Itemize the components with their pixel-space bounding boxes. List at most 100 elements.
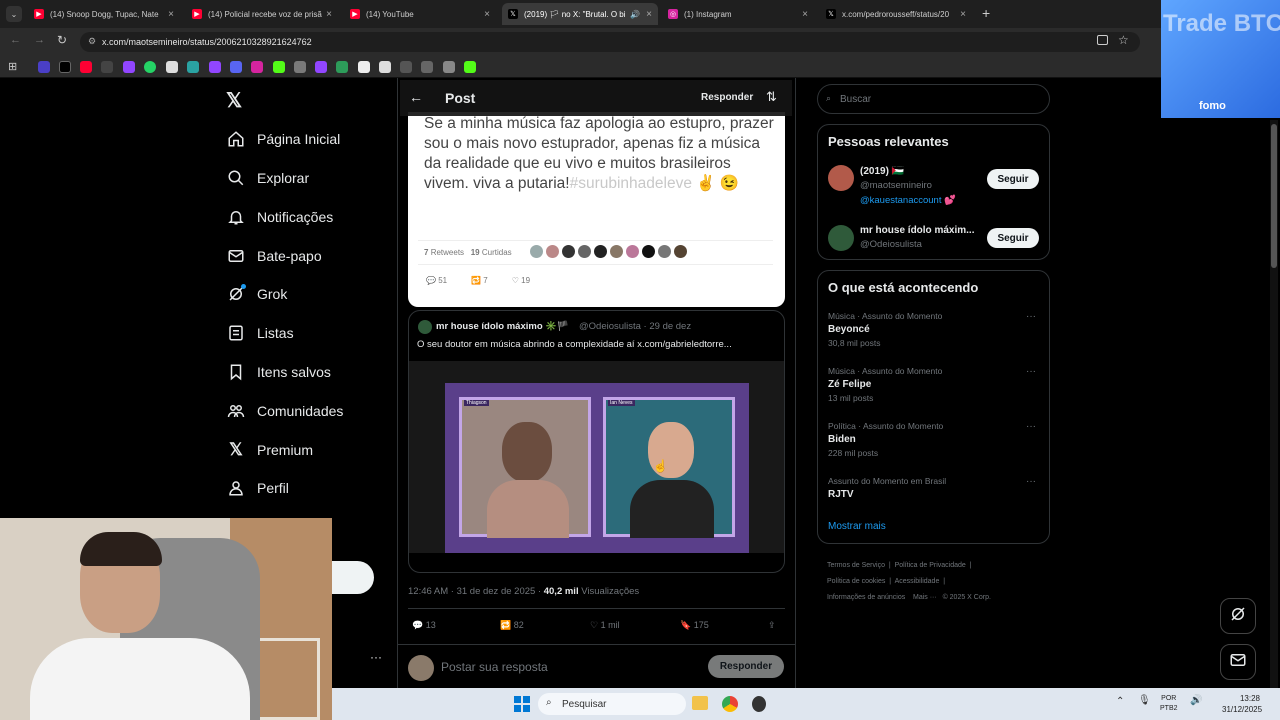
app-icon[interactable] bbox=[752, 696, 766, 712]
bookmark-icon[interactable] bbox=[315, 61, 327, 73]
speaker-icon[interactable]: 🔊 bbox=[630, 10, 640, 19]
site-info-icon[interactable]: ⚙ bbox=[88, 36, 96, 47]
nav-explore[interactable]: Explorar bbox=[227, 167, 309, 189]
back-icon[interactable]: ← bbox=[10, 34, 21, 46]
language-indicator[interactable]: POR PTB2 bbox=[1160, 694, 1178, 714]
person-bio[interactable]: @kauestanaccount 💕 bbox=[860, 195, 956, 206]
star-icon[interactable]: ☆ bbox=[1118, 33, 1129, 47]
back-arrow-icon[interactable]: ← bbox=[409, 89, 423, 105]
more-icon[interactable]: ··· bbox=[1026, 311, 1036, 322]
person-name[interactable]: mr house ídolo máxim... bbox=[860, 225, 974, 236]
bookmark-icon[interactable] bbox=[400, 61, 412, 73]
footer-link[interactable]: Acessibilidade bbox=[895, 578, 940, 585]
microphone-icon[interactable]: 🎙 bbox=[1138, 695, 1151, 706]
browser-tab[interactable]: 𝕏 x.com/pedrorousseff/status/20 × bbox=[820, 3, 972, 25]
bookmark-icon[interactable] bbox=[38, 61, 50, 73]
like-button[interactable]: ♡ 1 mil bbox=[590, 620, 620, 631]
browser-tab[interactable]: ▶ (14) Policial recebe voz de prisã × bbox=[186, 3, 338, 25]
show-more-link[interactable]: Mostrar mais bbox=[828, 521, 886, 532]
bookmark-icon[interactable] bbox=[379, 61, 391, 73]
trend-item[interactable]: Música · Assunto do Momento Zé Felipe 13… bbox=[828, 366, 942, 403]
bookmark-icon[interactable] bbox=[273, 61, 285, 73]
nav-bookmarks[interactable]: Itens salvos bbox=[227, 361, 331, 383]
scrollbar[interactable] bbox=[1270, 120, 1278, 688]
nav-home[interactable]: Página Inicial bbox=[227, 128, 340, 150]
bookmark-icon[interactable] bbox=[187, 61, 199, 73]
bookmark-icon[interactable] bbox=[294, 61, 306, 73]
close-icon[interactable]: × bbox=[484, 9, 490, 20]
browser-tab[interactable]: ◎ (1) Instagram × bbox=[662, 3, 814, 25]
repost-button[interactable]: 🔁 82 bbox=[500, 620, 524, 631]
reload-icon[interactable]: ↻ bbox=[57, 33, 67, 47]
more-options-icon[interactable]: ··· bbox=[370, 650, 382, 664]
browser-tab[interactable]: ▶ (14) Snoop Dogg, Tupac, Nate × bbox=[28, 3, 180, 25]
bookmark-icon[interactable] bbox=[251, 61, 263, 73]
close-icon[interactable]: × bbox=[646, 9, 652, 20]
bookmark-icon[interactable] bbox=[464, 61, 476, 73]
reply-button[interactable]: 💬 13 bbox=[412, 620, 436, 631]
bookmark-icon[interactable] bbox=[421, 61, 433, 73]
bookmark-icon[interactable] bbox=[166, 61, 178, 73]
nav-lists[interactable]: Listas bbox=[227, 322, 294, 344]
post-button-partial[interactable] bbox=[330, 561, 374, 594]
bookmark-icon[interactable] bbox=[443, 61, 455, 73]
forward-icon[interactable]: → bbox=[34, 34, 45, 46]
footer-link[interactable]: Política de cookies bbox=[827, 578, 885, 585]
bookmark-icon[interactable] bbox=[358, 61, 370, 73]
settings-sliders-icon[interactable]: ⇅ bbox=[766, 89, 777, 105]
follow-button[interactable]: Seguir bbox=[987, 228, 1039, 248]
follow-button[interactable]: Seguir bbox=[987, 169, 1039, 189]
nav-grok[interactable]: Grok bbox=[227, 283, 287, 305]
trend-item[interactable]: Música · Assunto do Momento Beyoncé 30,8… bbox=[828, 311, 942, 348]
messages-float-button[interactable] bbox=[1220, 644, 1256, 680]
bookmark-icon[interactable] bbox=[336, 61, 348, 73]
person-name[interactable]: (2019) 🇵🇸 bbox=[860, 166, 904, 177]
url-field[interactable]: ⚙ x.com/maotsemineiro/status/20062103289… bbox=[80, 32, 1140, 52]
video-thumbnail[interactable]: Thiagson Ian Neves ☝ bbox=[409, 361, 784, 553]
bookmark-icon[interactable] bbox=[59, 61, 71, 73]
more-icon[interactable]: ··· bbox=[1026, 421, 1036, 432]
nav-premium[interactable]: 𝕏 Premium bbox=[227, 439, 313, 461]
trend-item[interactable]: Política · Assunto do Momento Biden 228 … bbox=[828, 421, 943, 458]
nav-chat[interactable]: Bate-papo bbox=[227, 245, 322, 267]
close-icon[interactable]: × bbox=[802, 9, 808, 20]
bookmark-icon[interactable] bbox=[101, 61, 113, 73]
chrome-icon[interactable] bbox=[722, 696, 738, 712]
browser-tab[interactable]: ▶ (14) YouTube × bbox=[344, 3, 496, 25]
reply-submit-button[interactable]: Responder bbox=[708, 655, 784, 678]
chevron-up-icon[interactable]: ⌃ bbox=[1116, 696, 1124, 707]
close-icon[interactable]: × bbox=[168, 9, 174, 20]
browser-tab-active[interactable]: 𝕏 (2019) 🏳 no X: "Brutal. O bi 🔊 × bbox=[502, 3, 658, 25]
footer-link[interactable]: Informações de anúncios bbox=[827, 594, 905, 601]
install-icon[interactable] bbox=[1097, 35, 1108, 45]
x-logo-icon[interactable]: 𝕏 bbox=[226, 88, 242, 113]
tab-search-button[interactable]: ⌄ bbox=[6, 6, 22, 22]
bookmark-icon[interactable] bbox=[80, 61, 92, 73]
bookmark-icon[interactable] bbox=[144, 61, 156, 73]
bookmark-button[interactable]: 🔖 175 bbox=[680, 620, 709, 631]
apps-icon[interactable]: ⊞ bbox=[8, 60, 17, 73]
quoted-post[interactable]: mr house ídolo máximo ✳️🏴 @Odeiosulista … bbox=[408, 310, 785, 573]
quoted-tweet-image[interactable]: Se a minha música faz apologia ao estupr… bbox=[408, 112, 785, 307]
file-explorer-icon[interactable] bbox=[692, 696, 708, 710]
grok-float-button[interactable] bbox=[1220, 598, 1256, 634]
share-icon[interactable]: ⇪ bbox=[768, 620, 776, 631]
reply-header-button[interactable]: Responder bbox=[701, 92, 753, 103]
footer-link[interactable]: Mais ··· bbox=[913, 594, 937, 601]
taskbar-search[interactable]: ⌕ Pesquisar bbox=[538, 693, 686, 715]
speaker-icon[interactable]: 🔊 bbox=[1190, 695, 1202, 706]
reply-input[interactable]: Postar sua resposta bbox=[441, 660, 548, 674]
close-icon[interactable]: × bbox=[960, 9, 966, 20]
bookmark-icon[interactable] bbox=[209, 61, 221, 73]
clock[interactable]: 13:28 31/12/2025 bbox=[1222, 693, 1262, 715]
bookmark-icon[interactable] bbox=[230, 61, 242, 73]
nav-communities[interactable]: Comunidades bbox=[227, 400, 343, 422]
search-input[interactable]: ⌕ Buscar bbox=[817, 84, 1050, 114]
footer-link[interactable]: Termos de Serviço bbox=[827, 562, 885, 569]
footer-link[interactable]: Política de Privacidade bbox=[895, 562, 966, 569]
nav-profile[interactable]: Perfil bbox=[227, 477, 289, 499]
trend-item[interactable]: Assunto do Momento em Brasil RJTV bbox=[828, 476, 946, 500]
more-icon[interactable]: ··· bbox=[1026, 366, 1036, 377]
more-icon[interactable]: ··· bbox=[1026, 476, 1036, 487]
new-tab-button[interactable]: + bbox=[982, 5, 990, 21]
